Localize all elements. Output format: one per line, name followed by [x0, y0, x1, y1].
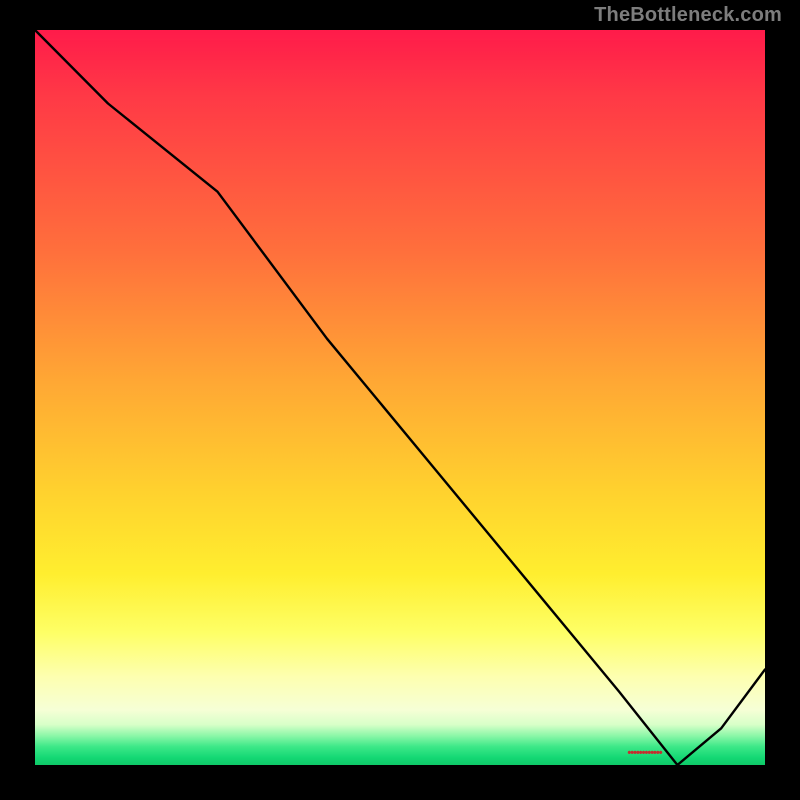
chart-frame: TheBottleneck.com •••••••••••• — [0, 0, 800, 800]
bottleneck-curve — [35, 30, 765, 765]
plot-area: •••••••••••• — [35, 30, 765, 765]
optimum-marker: •••••••••••• — [627, 747, 661, 759]
watermark-text: TheBottleneck.com — [594, 4, 782, 27]
curve-line — [35, 30, 765, 765]
